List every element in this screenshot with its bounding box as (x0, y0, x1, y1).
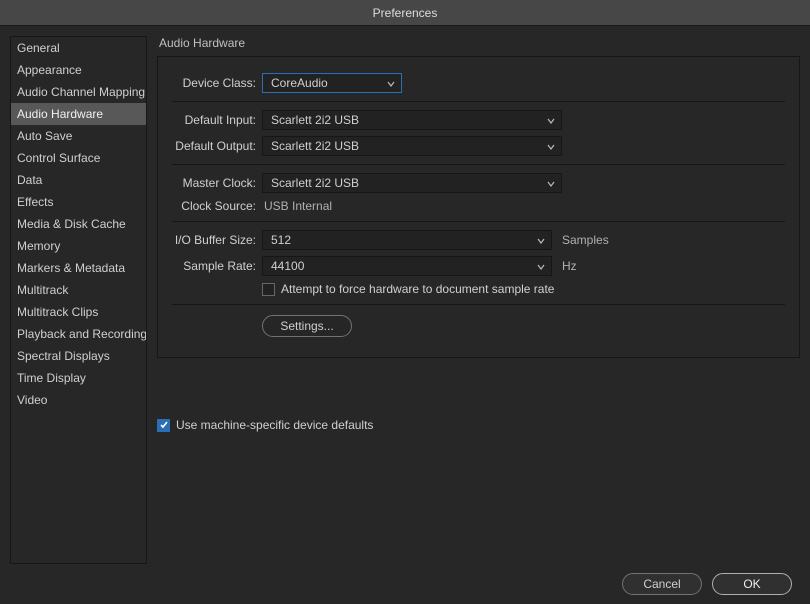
window-title: Preferences (373, 6, 438, 20)
default-output-label: Default Output: (172, 139, 256, 153)
sample-rate-label: Sample Rate: (172, 259, 256, 273)
sidebar-item[interactable]: Media & Disk Cache (11, 213, 146, 235)
settings-btn-row: Settings... (172, 315, 785, 337)
sidebar-item[interactable]: Video (11, 389, 146, 411)
default-input-select[interactable]: Scarlett 2i2 USB (262, 110, 562, 130)
divider (172, 304, 785, 305)
default-input-row: Default Input: Scarlett 2i2 USB (172, 110, 785, 130)
clock-source-row: Clock Source: USB Internal (172, 199, 785, 213)
default-input-value: Scarlett 2i2 USB (271, 113, 359, 127)
force-hw-checkbox[interactable] (262, 283, 275, 296)
clock-source-value: USB Internal (262, 199, 332, 213)
main-panel: Audio Hardware Device Class: CoreAudio D… (157, 36, 800, 564)
section-title: Audio Hardware (157, 36, 800, 50)
force-hw-label: Attempt to force hardware to document sa… (281, 282, 554, 296)
sidebar-item[interactable]: Audio Channel Mapping (11, 81, 146, 103)
sample-rate-select[interactable]: 44100 (262, 256, 552, 276)
chevron-down-icon (547, 117, 555, 125)
default-input-label: Default Input: (172, 113, 256, 127)
sample-rate-unit: Hz (562, 259, 577, 273)
chevron-down-icon (547, 143, 555, 151)
sidebar-item[interactable]: Appearance (11, 59, 146, 81)
sidebar-item[interactable]: Markers & Metadata (11, 257, 146, 279)
io-buffer-label: I/O Buffer Size: (172, 233, 256, 247)
sample-rate-value: 44100 (271, 259, 304, 273)
device-class-row: Device Class: CoreAudio (172, 73, 785, 93)
master-clock-value: Scarlett 2i2 USB (271, 176, 359, 190)
machine-defaults-label: Use machine-specific device defaults (176, 418, 373, 432)
io-buffer-unit: Samples (562, 233, 609, 247)
divider (172, 101, 785, 102)
sidebar-item[interactable]: General (11, 37, 146, 59)
default-output-value: Scarlett 2i2 USB (271, 139, 359, 153)
sidebar-item[interactable]: Time Display (11, 367, 146, 389)
chevron-down-icon (537, 263, 545, 271)
sidebar-item[interactable]: Audio Hardware (11, 103, 146, 125)
default-output-row: Default Output: Scarlett 2i2 USB (172, 136, 785, 156)
titlebar: Preferences (0, 0, 810, 26)
sidebar-item[interactable]: Playback and Recording (11, 323, 146, 345)
category-sidebar: GeneralAppearanceAudio Channel MappingAu… (10, 36, 147, 564)
divider (172, 164, 785, 165)
machine-defaults-row: Use machine-specific device defaults (157, 418, 800, 432)
sidebar-item[interactable]: Multitrack (11, 279, 146, 301)
sidebar-item[interactable]: Effects (11, 191, 146, 213)
cancel-button[interactable]: Cancel (622, 573, 702, 595)
settings-panel: Device Class: CoreAudio Default Input: S… (157, 56, 800, 358)
ok-button[interactable]: OK (712, 573, 792, 595)
sidebar-item[interactable]: Spectral Displays (11, 345, 146, 367)
sidebar-item[interactable]: Control Surface (11, 147, 146, 169)
master-clock-label: Master Clock: (172, 176, 256, 190)
sidebar-item[interactable]: Multitrack Clips (11, 301, 146, 323)
settings-button[interactable]: Settings... (262, 315, 352, 337)
device-class-label: Device Class: (172, 76, 256, 90)
clock-source-label: Clock Source: (172, 199, 256, 213)
content-area: GeneralAppearanceAudio Channel MappingAu… (0, 26, 810, 564)
device-class-value: CoreAudio (271, 76, 328, 90)
chevron-down-icon (537, 237, 545, 245)
sidebar-item[interactable]: Data (11, 169, 146, 191)
footer: Cancel OK (0, 564, 810, 604)
sample-rate-row: Sample Rate: 44100 Hz (172, 256, 785, 276)
sidebar-item[interactable]: Auto Save (11, 125, 146, 147)
io-buffer-select[interactable]: 512 (262, 230, 552, 250)
divider (172, 221, 785, 222)
machine-defaults-checkbox[interactable] (157, 419, 170, 432)
chevron-down-icon (547, 180, 555, 188)
chevron-down-icon (387, 80, 395, 88)
master-clock-row: Master Clock: Scarlett 2i2 USB (172, 173, 785, 193)
device-class-select[interactable]: CoreAudio (262, 73, 402, 93)
force-hw-row: Attempt to force hardware to document sa… (262, 282, 785, 296)
default-output-select[interactable]: Scarlett 2i2 USB (262, 136, 562, 156)
io-buffer-row: I/O Buffer Size: 512 Samples (172, 230, 785, 250)
sidebar-item[interactable]: Memory (11, 235, 146, 257)
io-buffer-value: 512 (271, 233, 291, 247)
master-clock-select[interactable]: Scarlett 2i2 USB (262, 173, 562, 193)
